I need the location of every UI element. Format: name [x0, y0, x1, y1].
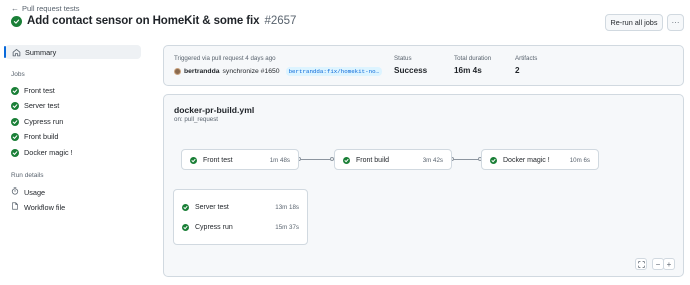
success-check-icon	[11, 148, 19, 157]
job-connector	[299, 159, 334, 160]
jobs-heading: Jobs	[11, 71, 25, 78]
artifacts-label: Artifacts	[515, 55, 538, 62]
sidebar-item-workflow-file[interactable]: Workflow file	[11, 202, 65, 212]
file-icon	[11, 202, 19, 212]
success-check-icon	[182, 223, 189, 231]
sidebar-item-label: Cypress run	[24, 117, 64, 126]
trigger-action[interactable]: synchronize #1650	[223, 68, 280, 75]
duration-label: Total duration	[454, 55, 492, 62]
success-check-icon	[11, 132, 19, 141]
workflow-trigger: on: pull_request	[174, 116, 219, 123]
success-check-icon	[343, 156, 350, 164]
workflow-graph-panel: docker-pr-build.yml on: pull_request Fro…	[163, 94, 684, 277]
trigger-details: bertrandda synchronize #1650 bertrandda:…	[174, 67, 383, 76]
sidebar-item-front-build[interactable]: Front build	[11, 132, 58, 141]
sidebar-item-summary[interactable]: Summary	[4, 45, 141, 59]
job-card-front-test[interactable]: Front test 1m 48s	[181, 149, 299, 170]
branch-chip[interactable]: bertrandda:fix/homekit-no…	[285, 67, 383, 76]
success-check-icon	[11, 86, 19, 95]
sidebar-item-front-test[interactable]: Front test	[11, 86, 55, 95]
avatar[interactable]	[174, 68, 181, 75]
workflow-run-page: ← Pull request tests Add contact sensor …	[0, 0, 690, 285]
job-name: Server test	[195, 203, 229, 211]
home-icon	[12, 48, 21, 57]
run-details-heading: Run details	[11, 172, 44, 179]
job-card-front-build[interactable]: Front build 3m 42s	[334, 149, 452, 170]
success-check-icon	[190, 156, 197, 164]
status-value: Success	[394, 66, 428, 75]
arrow-left-icon: ←	[11, 4, 19, 13]
artifacts-value[interactable]: 2	[515, 66, 520, 75]
actor-link[interactable]: bertrandda	[184, 68, 220, 75]
sidebar-item-cypress-run[interactable]: Cypress run	[11, 117, 63, 126]
fullscreen-icon[interactable]	[635, 258, 647, 270]
back-to-workflow-link[interactable]: ← Pull request tests	[11, 4, 80, 13]
duration-value: 16m 4s	[454, 66, 482, 75]
status-label: Status	[394, 55, 412, 62]
job-duration: 1m 48s	[269, 156, 290, 164]
back-link-label: Pull request tests	[22, 4, 80, 13]
sidebar-item-label: Front test	[24, 86, 55, 95]
job-group-tests: Server test 13m 18s Cypress run 15m 37s	[173, 189, 308, 245]
zoom-in-button[interactable]: +	[663, 258, 675, 270]
job-name: Front build	[356, 156, 390, 164]
success-check-icon	[11, 117, 19, 126]
success-check-icon	[490, 156, 497, 164]
sidebar-item-docker-magic[interactable]: Docker magic !	[11, 148, 73, 157]
sidebar-item-usage[interactable]: Usage	[11, 187, 45, 197]
kebab-menu-icon[interactable]: ···	[667, 14, 684, 31]
job-name: Front test	[203, 156, 233, 164]
run-summary-card: Triggered via pull request 4 days ago be…	[163, 45, 684, 86]
run-title: Add contact sensor on HomeKit & some fix…	[11, 15, 296, 27]
stopwatch-icon	[11, 187, 19, 197]
job-name: Docker magic !	[503, 156, 550, 164]
sidebar-item-server-test[interactable]: Server test	[11, 101, 59, 110]
job-name: Cypress run	[195, 223, 233, 231]
active-indicator	[4, 46, 6, 58]
sidebar-item-label: Usage	[24, 187, 46, 197]
success-check-icon	[11, 101, 19, 110]
run-title-text: Add contact sensor on HomeKit & some fix	[27, 15, 260, 27]
sidebar-item-label: Front build	[24, 132, 59, 141]
job-duration: 10m 6s	[569, 156, 590, 164]
success-check-icon	[11, 15, 22, 27]
workflow-file-name[interactable]: docker-pr-build.yml	[174, 105, 254, 115]
sidebar-item-label: Docker magic !	[24, 148, 73, 157]
sidebar-item-label: Server test	[24, 101, 60, 110]
job-duration: 15m 37s	[275, 223, 299, 231]
job-duration: 3m 42s	[422, 156, 443, 164]
job-card-docker-magic[interactable]: Docker magic ! 10m 6s	[481, 149, 599, 170]
job-duration: 13m 18s	[275, 203, 299, 211]
rerun-all-jobs-button[interactable]: Re-run all jobs	[605, 14, 663, 31]
run-number: #2657	[264, 15, 297, 27]
success-check-icon	[182, 203, 189, 211]
job-row-server-test[interactable]: Server test 13m 18s	[174, 202, 307, 212]
job-row-cypress-run[interactable]: Cypress run 15m 37s	[174, 222, 307, 232]
sidebar-item-label: Summary	[25, 47, 57, 57]
trigger-label: Triggered via pull request 4 days ago	[174, 55, 276, 62]
sidebar-item-label: Workflow file	[24, 202, 66, 212]
